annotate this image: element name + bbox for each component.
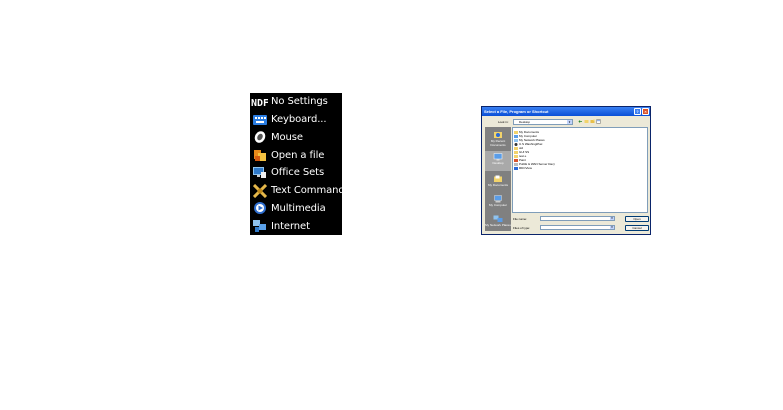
place-label: Desktop bbox=[492, 161, 504, 165]
menu-item-label: Keyboard... bbox=[271, 114, 327, 126]
file-list[interactable]: My Documents My Computer My Network Plac… bbox=[512, 127, 648, 213]
close-icon: × bbox=[644, 109, 647, 114]
new-folder-icon[interactable] bbox=[590, 119, 595, 124]
menu-item-mouse[interactable]: Mouse bbox=[250, 129, 342, 147]
menu-item-internet[interactable]: Internet bbox=[250, 217, 342, 235]
close-button[interactable]: × bbox=[642, 108, 649, 115]
speech-command-menu: NDF No Settings Keyboard... Mouse Open a… bbox=[250, 93, 350, 235]
back-icon[interactable] bbox=[578, 119, 583, 124]
place-label: My Network Places bbox=[485, 223, 511, 227]
remote-desktop-icon bbox=[514, 166, 518, 170]
my-documents-icon bbox=[494, 175, 502, 182]
files-of-type-dropdown[interactable]: ▾ bbox=[540, 225, 615, 230]
select-file-dialog: Select a File, Program or Shortcut ? × L… bbox=[481, 106, 651, 235]
file-name-label: File name: bbox=[513, 217, 528, 221]
place-label: My Documents bbox=[487, 183, 508, 187]
open-button[interactable]: Open bbox=[625, 216, 649, 222]
dialog-title: Select a File, Program or Shortcut bbox=[484, 109, 549, 114]
multimedia-icon bbox=[251, 201, 268, 216]
look-in-label: Look in: bbox=[498, 120, 509, 124]
menu-item-open-file[interactable]: Open a file bbox=[250, 146, 342, 164]
view-menu-icon[interactable] bbox=[596, 119, 601, 124]
menu-item-label: Open a file bbox=[271, 149, 325, 161]
place-my-computer[interactable]: My Computer bbox=[485, 193, 511, 213]
files-of-type-label: Files of type: bbox=[513, 226, 531, 230]
menu-item-label: Text Commands bbox=[271, 185, 350, 197]
menu-item-keyboard[interactable]: Keyboard... bbox=[250, 111, 342, 129]
internet-icon bbox=[251, 219, 268, 234]
help-icon: ? bbox=[636, 109, 639, 114]
up-folder-icon[interactable] bbox=[584, 119, 589, 124]
recent-documents-icon bbox=[494, 132, 502, 138]
svg-text:NDF: NDF bbox=[251, 98, 268, 108]
my-computer-icon bbox=[494, 195, 502, 203]
list-item[interactable]: RDCView bbox=[514, 166, 532, 170]
dialog-titlebar[interactable]: Select a File, Program or Shortcut ? × bbox=[482, 107, 650, 116]
network-places-icon bbox=[493, 215, 503, 222]
text-commands-icon bbox=[251, 183, 268, 198]
place-label: My Computer bbox=[488, 203, 507, 207]
open-file-icon bbox=[251, 148, 268, 163]
look-in-value: Desktop bbox=[519, 120, 531, 124]
chevron-down-icon[interactable]: ▾ bbox=[610, 217, 614, 220]
place-label: My Recent Documents bbox=[490, 139, 506, 147]
file-name-field[interactable]: ▾ bbox=[540, 216, 615, 221]
menu-item-label: Internet bbox=[271, 220, 310, 232]
menu-item-label: Office Sets bbox=[271, 167, 325, 179]
help-button[interactable]: ? bbox=[634, 108, 641, 115]
menu-item-text-commands[interactable]: Text Commands bbox=[250, 182, 350, 200]
places-bar: My Recent Documents Desktop My Documents… bbox=[485, 127, 511, 231]
place-my-recent-documents[interactable]: My Recent Documents bbox=[485, 129, 511, 149]
ndf-icon: NDF bbox=[251, 94, 268, 109]
chevron-down-icon[interactable]: ▾ bbox=[567, 120, 572, 124]
place-desktop[interactable]: Desktop bbox=[485, 151, 511, 171]
look-in-dropdown[interactable]: Desktop ▾ bbox=[513, 119, 573, 125]
mouse-icon bbox=[251, 130, 268, 145]
keyboard-icon bbox=[251, 112, 268, 127]
menu-item-no-settings[interactable]: NDF No Settings bbox=[250, 93, 342, 111]
desktop-icon bbox=[493, 153, 503, 161]
menu-item-multimedia[interactable]: Multimedia bbox=[250, 200, 342, 218]
office-sets-icon bbox=[251, 165, 268, 180]
menu-item-office-sets[interactable]: Office Sets bbox=[250, 164, 342, 182]
chevron-down-icon[interactable]: ▾ bbox=[610, 226, 614, 229]
menu-item-label: Mouse bbox=[271, 131, 303, 143]
place-my-network-places[interactable]: My Network Places bbox=[485, 213, 511, 233]
cancel-button[interactable]: Cancel bbox=[625, 225, 649, 231]
place-my-documents[interactable]: My Documents bbox=[485, 173, 511, 193]
menu-item-label: No Settings bbox=[271, 96, 328, 108]
menu-item-label: Multimedia bbox=[271, 202, 326, 214]
